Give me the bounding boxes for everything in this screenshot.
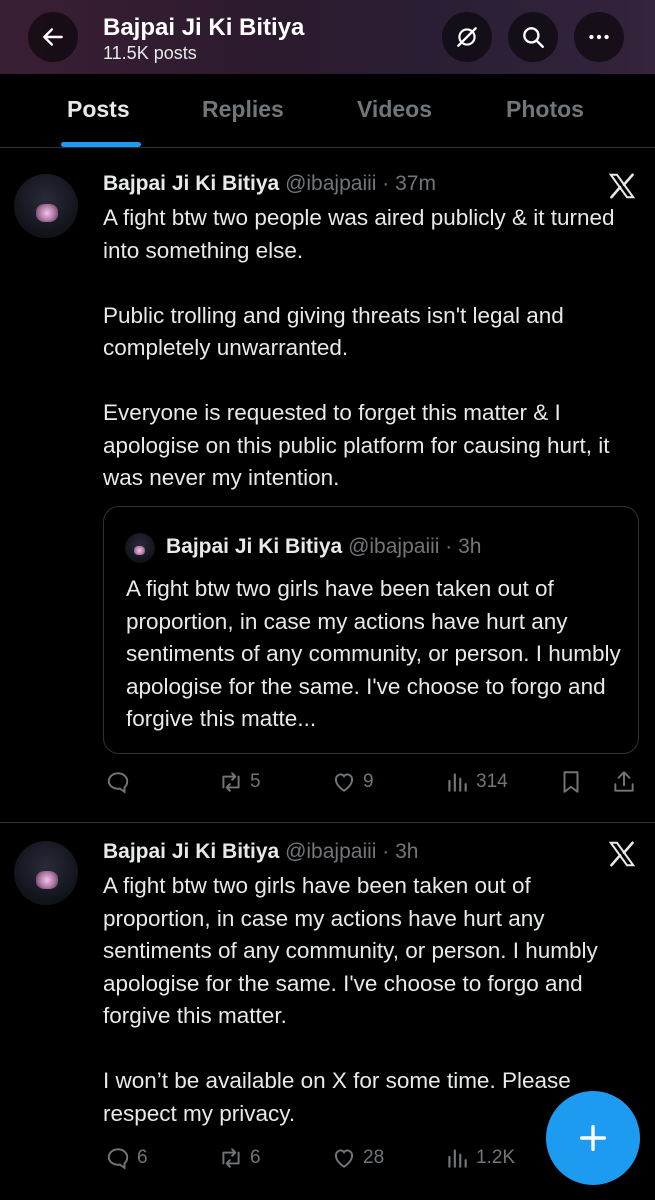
analytics-icon [448, 1149, 467, 1168]
tab-replies[interactable]: Replies [202, 96, 284, 123]
more-icon [589, 34, 609, 40]
reply-count: 6 [137, 1147, 148, 1168]
share-icon [614, 771, 634, 792]
quoted-post-text: A fight btw two girls have been taken ou… [126, 576, 621, 731]
like-count: 28 [363, 1147, 385, 1168]
post-text: A fight btw two girls have been taken ou… [103, 873, 598, 1126]
quoted-author-name: Bajpai Ji Ki Bitiya [166, 535, 343, 558]
tab-videos[interactable]: Videos [357, 96, 432, 123]
profile-name: Bajpai Ji Ki Bitiya [103, 14, 305, 41]
views-button[interactable]: 314 [444, 767, 508, 797]
back-button[interactable] [28, 12, 78, 62]
heart-icon [334, 1149, 354, 1168]
post-count: 11.5K posts [103, 43, 197, 63]
repost-count: 5 [250, 771, 261, 792]
repost-icon [222, 1148, 240, 1168]
grok-button[interactable] [442, 12, 492, 62]
quoted-post[interactable]: Bajpai Ji Ki Bitiya @ibajpaiii · 3h A fi… [103, 506, 639, 754]
author-handle-time[interactable]: @ibajpaiii · 3h [285, 840, 418, 863]
bookmark-button[interactable] [558, 767, 584, 797]
like-count: 9 [363, 771, 374, 792]
repost-count: 6 [250, 1147, 261, 1168]
tab-photos[interactable]: Photos [506, 96, 584, 123]
post-actions: 5 9 314 [0, 767, 655, 797]
heart-icon [334, 773, 354, 792]
repost-button[interactable]: 6 [218, 1143, 261, 1173]
bookmark-icon [563, 771, 579, 793]
x-logo-icon [608, 173, 636, 199]
search-icon [523, 27, 544, 48]
tab-posts[interactable]: Posts [67, 96, 130, 123]
plus-icon [579, 1124, 607, 1152]
repost-icon [222, 772, 240, 792]
profile-tabs: Posts Replies Videos Photos [0, 74, 655, 148]
arrow-left-icon [43, 28, 63, 46]
post-author-line: Bajpai Ji Ki Bitiya @ibajpaiii · 37m [103, 172, 436, 196]
post-text: A fight btw two people was aired publicl… [103, 205, 615, 490]
post-author-line: Bajpai Ji Ki Bitiya @ibajpaiii · 3h [103, 840, 418, 864]
avatar [125, 533, 155, 563]
view-count: 1.2K [476, 1147, 516, 1168]
repost-button[interactable]: 5 [218, 767, 261, 797]
share-button[interactable] [611, 767, 637, 797]
x-logo-icon [608, 841, 636, 867]
like-button[interactable]: 9 [331, 767, 374, 797]
view-count: 314 [476, 771, 508, 792]
reply-button[interactable]: 6 [105, 1143, 148, 1173]
reply-button[interactable] [105, 767, 137, 797]
profile-header: Bajpai Ji Ki Bitiya 11.5K posts [0, 0, 655, 74]
reply-icon [107, 772, 129, 794]
avatar[interactable] [14, 841, 78, 905]
search-button[interactable] [508, 12, 558, 62]
analytics-icon [448, 773, 467, 792]
more-button[interactable] [574, 12, 624, 62]
author-name[interactable]: Bajpai Ji Ki Bitiya [103, 840, 279, 863]
like-button[interactable]: 28 [331, 1143, 384, 1173]
active-tab-indicator [61, 142, 141, 147]
post-divider [0, 822, 655, 823]
quoted-author-line: Bajpai Ji Ki Bitiya @ibajpaiii · 3h [166, 535, 481, 559]
compose-button[interactable] [546, 1091, 640, 1185]
quoted-author-handle-time: @ibajpaiii · 3h [348, 535, 482, 558]
views-button[interactable]: 1.2K [444, 1143, 515, 1173]
reply-icon [107, 1148, 129, 1170]
author-name[interactable]: Bajpai Ji Ki Bitiya [103, 172, 279, 195]
author-handle-time[interactable]: @ibajpaiii · 37m [285, 172, 436, 195]
grok-icon [457, 27, 477, 47]
avatar[interactable] [14, 174, 78, 238]
